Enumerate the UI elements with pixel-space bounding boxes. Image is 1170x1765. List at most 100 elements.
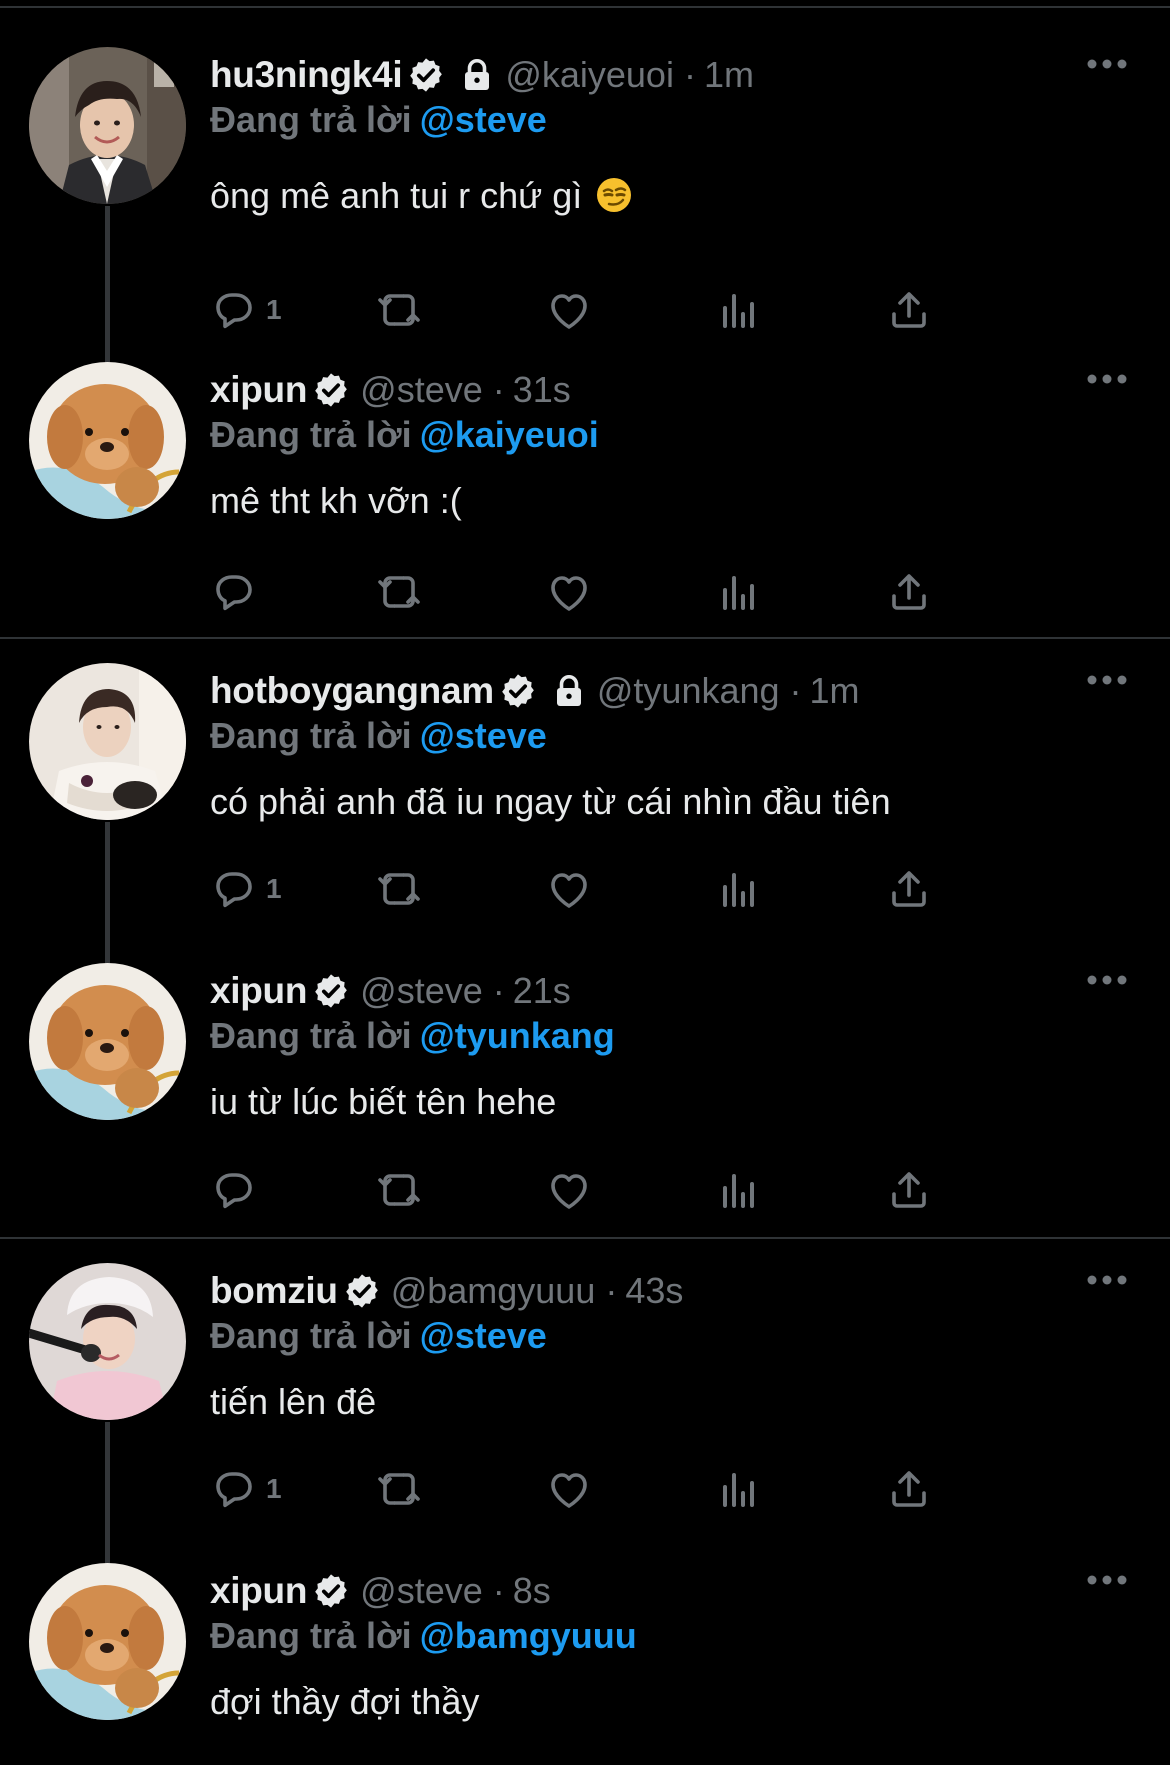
more-options-icon[interactable] [1085,1573,1129,1587]
replying-to-link[interactable]: @kaiyeuoi [420,414,599,455]
more-options-icon[interactable] [1085,372,1129,386]
more-options-icon[interactable] [1085,973,1129,987]
share-button[interactable] [885,1464,933,1514]
share-button[interactable] [885,864,933,914]
replying-to-link[interactable]: @tyunkang [420,1015,615,1056]
retweet-button[interactable] [375,285,423,335]
tweet-text-content: ông mê anh tui r chứ gì [210,175,583,216]
avatar[interactable] [29,963,186,1120]
tweet-text: tiến lên đê [210,1381,377,1422]
tweet[interactable]: xipun @steve · 31s Đang trả lời @kaiyeuoi… [0,362,1170,662]
timestamp[interactable]: 31s [513,369,571,411]
like-button[interactable] [545,285,593,335]
views-button[interactable] [715,1464,763,1514]
retweet-button[interactable] [375,864,423,914]
avatar[interactable] [29,1263,186,1420]
tweet-header: xipun @steve · 21s [210,966,571,1016]
share-button[interactable] [885,567,933,617]
share-icon [892,1471,926,1507]
views-icon [723,294,754,328]
tweet-text: iu từ lúc biết tên hehe [210,1081,557,1122]
tweet[interactable]: bomziu @bamgyuuu · 43s Đang trả lời @stev… [0,1263,1170,1563]
handle[interactable]: @steve [360,369,483,411]
avatar[interactable] [29,47,186,204]
more-options-icon[interactable] [1085,673,1129,687]
tweet[interactable]: hotboygangnam @tyunkang · 1m Đang trả lờ… [0,663,1170,963]
tweet-text: có phải anh đã iu ngay từ cái nhìn đầu t… [210,781,891,822]
share-icon [892,1172,926,1208]
like-icon [551,873,587,908]
separator-dot: · [605,1270,618,1311]
tweet[interactable]: xipun @steve · 8s Đang trả lời @bamgyuuu … [0,1563,1170,1765]
replying-label: Đang trả lời [210,1015,412,1056]
like-button[interactable] [545,567,593,617]
display-name[interactable]: xipun [210,1570,307,1612]
more-options-icon[interactable] [1085,1273,1129,1287]
reply-button[interactable] [210,1165,258,1215]
tweet-header: xipun @steve · 31s [210,365,571,415]
avatar[interactable] [29,1563,186,1720]
lock-icon [556,675,581,706]
reply-button[interactable]: 1 [210,864,282,914]
like-button[interactable] [545,1165,593,1215]
retweet-button[interactable] [375,1464,423,1514]
replying-label: Đang trả lời [210,1315,412,1356]
display-name[interactable]: xipun [210,970,307,1012]
action-bar [210,1165,1040,1215]
avatar[interactable] [29,663,186,820]
tweet-header: bomziu @bamgyuuu · 43s [210,1266,683,1316]
replying-to-link[interactable]: @bamgyuuu [420,1615,637,1656]
retweet-icon [378,1174,420,1206]
like-button[interactable] [545,1464,593,1514]
like-button[interactable] [545,864,593,914]
timestamp[interactable]: 43s [625,1270,683,1312]
display-name[interactable]: hu3ningk4i [210,54,403,96]
views-button[interactable] [715,864,763,914]
retweet-button[interactable] [375,1165,423,1215]
timestamp[interactable]: 1m [810,670,860,712]
timestamp[interactable]: 21s [513,970,571,1012]
handle[interactable]: @tyunkang [597,670,780,712]
display-name[interactable]: bomziu [210,1270,338,1312]
handle[interactable]: @kaiyeuoi [505,54,674,96]
views-icon [723,1174,754,1208]
verified-badge-icon [315,1574,348,1608]
smirking-face-emoji-icon [597,178,632,212]
tweet[interactable]: hu3ningk4i @kaiyeuoi · 1m Đang trả lời @s… [0,47,1170,347]
reply-button[interactable]: 1 [210,1464,282,1514]
reply-button[interactable] [210,567,258,617]
views-button[interactable] [715,567,763,617]
handle[interactable]: @steve [360,970,483,1012]
replying-to-link[interactable]: @steve [420,99,547,140]
more-options-icon[interactable] [1085,57,1129,71]
display-name[interactable]: hotboygangnam [210,670,494,712]
like-icon [551,294,587,329]
share-icon [892,292,926,328]
retweet-icon [378,576,420,608]
replying-to: Đang trả lời @steve [210,1315,547,1357]
action-bar: 1 [210,285,1040,335]
tweet-header: hu3ningk4i @kaiyeuoi · 1m [210,50,754,100]
share-button[interactable] [885,1165,933,1215]
avatar[interactable] [29,362,186,519]
views-icon [723,873,754,907]
replying-label: Đang trả lời [210,99,412,140]
replying-to: Đang trả lời @steve [210,99,547,141]
retweet-button[interactable] [375,567,423,617]
reply-button[interactable]: 1 [210,285,282,335]
views-button[interactable] [715,285,763,335]
conversation-divider [0,637,1170,639]
replying-to-link[interactable]: @steve [420,1315,547,1356]
tweet[interactable]: xipun @steve · 21s Đang trả lời @tyunkang… [0,963,1170,1263]
replying-to-link[interactable]: @steve [420,715,547,756]
handle[interactable]: @steve [360,1570,483,1612]
display-name[interactable]: xipun [210,369,307,411]
timestamp[interactable]: 1m [704,54,754,96]
share-button[interactable] [885,285,933,335]
timestamp[interactable]: 8s [513,1570,551,1612]
views-button[interactable] [715,1165,763,1215]
reply-count: 1 [266,1473,282,1504]
handle[interactable]: @bamgyuuu [391,1270,596,1312]
tweet-header: hotboygangnam @tyunkang · 1m [210,666,860,716]
views-icon [723,1473,754,1507]
